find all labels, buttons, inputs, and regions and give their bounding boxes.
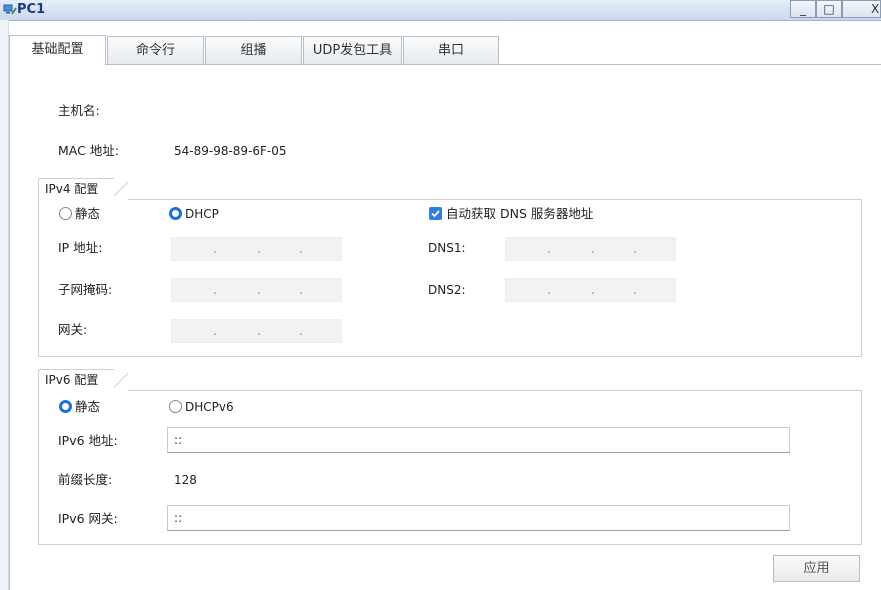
ipv6-gateway-input[interactable]: :: xyxy=(167,505,790,531)
ip-dot: . xyxy=(257,242,261,256)
ip-address-label: IP 地址: xyxy=(58,240,103,255)
ipv6-gateway-label: IPv6 网关: xyxy=(58,511,118,526)
ipv4-group-title: IPv4 配置 xyxy=(38,178,128,200)
ip-dot: . xyxy=(257,283,261,297)
subnet-mask-input[interactable]: . . . xyxy=(171,278,342,302)
gateway-label: 网关: xyxy=(58,322,88,337)
prefix-length-label: 前缀长度: xyxy=(58,472,113,487)
ip-dot: . xyxy=(547,283,551,297)
ip-dot: . xyxy=(213,242,217,256)
mac-label: MAC 地址: xyxy=(58,143,120,158)
apply-button[interactable]: 应用 xyxy=(773,555,860,582)
tab-serial-port[interactable]: 串口 xyxy=(403,36,499,64)
gateway-input[interactable]: . . . xyxy=(171,319,342,343)
window-left-frame xyxy=(0,20,9,590)
ip-dot: . xyxy=(633,283,637,297)
auto-dns-label: 自动获取 DNS 服务器地址 xyxy=(446,206,594,221)
ip-dot: . xyxy=(633,242,637,256)
ip-dot: . xyxy=(213,283,217,297)
subnet-mask-label: 子网掩码: xyxy=(58,282,113,297)
ipv4-dhcp-label: DHCP xyxy=(185,207,219,221)
dns2-input[interactable]: . . . xyxy=(505,278,676,302)
ip-dot: . xyxy=(257,324,261,338)
close-button[interactable]: X xyxy=(842,0,881,18)
maximize-button[interactable]: □ xyxy=(816,0,842,18)
ipv6-static-radio[interactable] xyxy=(59,400,72,413)
ipv4-static-radio[interactable] xyxy=(59,207,72,220)
ipv6-group-title: IPv6 配置 xyxy=(38,369,128,391)
ip-dot: . xyxy=(591,283,595,297)
ip-dot: . xyxy=(213,324,217,338)
auto-dns-checkbox[interactable] xyxy=(429,207,442,220)
mac-value: 54-89-98-89-6F-05 xyxy=(174,144,287,158)
ip-dot: . xyxy=(591,242,595,256)
dns1-label: DNS1: xyxy=(428,241,466,255)
tab-udp-tool[interactable]: UDP发包工具 xyxy=(303,36,402,64)
ipv6-dhcpv6-label: DHCPv6 xyxy=(185,400,234,414)
ipv4-group xyxy=(38,199,862,357)
title-bar xyxy=(0,0,881,21)
window-title: PC1 xyxy=(17,2,46,17)
ipv6-static-label: 静态 xyxy=(75,399,101,414)
ip-dot: . xyxy=(299,283,303,297)
ip-dot: . xyxy=(299,324,303,338)
ip-address-input[interactable]: . . . xyxy=(171,237,342,261)
ipv6-dhcpv6-radio[interactable] xyxy=(169,400,182,413)
ip-dot: . xyxy=(299,242,303,256)
tab-command-line[interactable]: 命令行 xyxy=(107,36,204,64)
ipv4-static-label: 静态 xyxy=(75,206,101,221)
ipv4-dhcp-radio[interactable] xyxy=(169,207,182,220)
ipv6-address-input[interactable]: :: xyxy=(167,427,790,453)
dns1-input[interactable]: . . . xyxy=(505,237,676,261)
ipv6-address-label: IPv6 地址: xyxy=(58,433,118,448)
ip-dot: . xyxy=(547,242,551,256)
tab-basic-config[interactable]: 基础配置 xyxy=(9,35,106,65)
prefix-length-value: 128 xyxy=(174,473,197,487)
tab-multicast[interactable]: 组播 xyxy=(205,36,302,64)
pc-app-icon xyxy=(3,4,17,15)
minimize-button[interactable]: _ xyxy=(790,0,816,18)
hostname-label: 主机名: xyxy=(58,103,100,118)
dns2-label: DNS2: xyxy=(428,283,466,297)
